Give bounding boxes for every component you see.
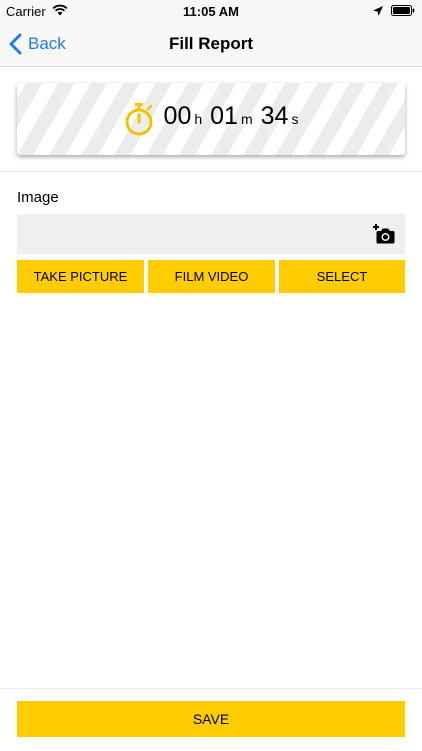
take-picture-button[interactable]: TAKE PICTURE xyxy=(17,260,144,293)
status-bar: Carrier 11:05 AM xyxy=(0,0,422,22)
timer-seconds: 34 xyxy=(260,102,289,130)
film-video-button[interactable]: FILM VIDEO xyxy=(148,260,275,293)
timer-hours: 00 xyxy=(163,102,192,130)
select-button[interactable]: SELECT xyxy=(279,260,405,293)
save-button[interactable]: SAVE xyxy=(17,701,405,737)
add-photo-camera-icon[interactable] xyxy=(373,223,395,245)
timer-hours-unit: h xyxy=(194,111,203,127)
timer-minutes-unit: m xyxy=(240,111,253,127)
section-divider xyxy=(0,171,422,172)
stopwatch-icon xyxy=(125,103,153,136)
timer-minutes: 01 xyxy=(210,102,238,130)
battery-icon xyxy=(391,5,415,16)
page-title: Fill Report xyxy=(168,34,254,53)
elapsed-timer: 00 h 01 m 34 s xyxy=(124,102,299,136)
navigation-bar: Back Fill Report xyxy=(0,22,422,67)
image-section-label: Image xyxy=(17,189,59,206)
bottom-bar: SAVE xyxy=(0,688,422,751)
image-field xyxy=(17,214,405,254)
timer-seconds-unit: s xyxy=(291,111,299,127)
status-time: 11:05 AM xyxy=(183,4,239,19)
location-arrow-icon xyxy=(373,6,383,16)
timer-card: 00 h 01 m 34 s xyxy=(17,83,405,155)
